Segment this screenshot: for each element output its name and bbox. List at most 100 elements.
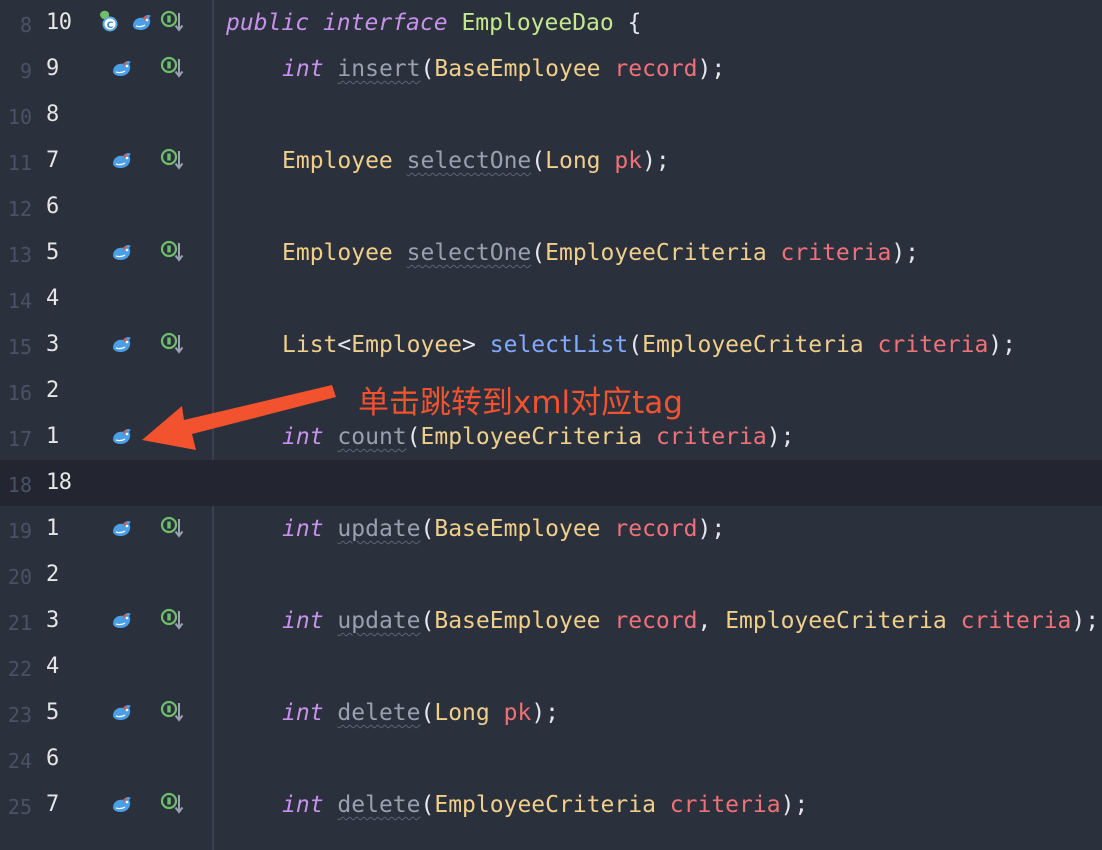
method-name[interactable]: insert [337,56,420,82]
editor-line[interactable]: 11 7 Employee selectOne(Long pk); [0,138,1102,184]
mybatis-bird-icon[interactable] [110,333,134,357]
return-type: int [282,424,324,450]
line-number: 11 [7,151,32,175]
implemented-icon[interactable] [160,791,186,817]
method-name[interactable]: delete [337,700,420,726]
editor-line[interactable]: 10 8 [0,92,1102,138]
paren-open: ( [420,516,435,542]
param-type: Long [545,148,601,174]
param-type: EmployeeCriteria [434,792,656,818]
editor-line[interactable]: 19 1 int update(BaseEmployee record); [0,506,1102,552]
paren-close: ); [642,148,670,174]
return-type: int [282,792,324,818]
param-type: BaseEmployee [434,516,601,542]
code-line[interactable]: Employee selectOne(Long pk); [282,138,670,184]
mybatis-bird-icon[interactable] [110,701,134,725]
editor-line[interactable]: 8 10 Cpublic interface EmployeeDao { [0,0,1102,46]
code-editor[interactable]: 8 10 Cpublic interface EmployeeDao {9 9 int … [0,0,1102,850]
implemented-icon[interactable] [160,147,186,173]
relative-line-number: 6 [46,194,59,219]
param-type: Long [434,700,490,726]
implemented-icon[interactable] [160,331,186,357]
return-type: int [282,700,324,726]
editor-line[interactable]: 14 4 [0,276,1102,322]
param-name: criteria [669,792,781,818]
relative-line-number: 2 [46,562,59,587]
line-number: 15 [7,335,32,359]
line-number: 16 [7,381,32,405]
comma: , [697,608,726,634]
editor-line[interactable]: 9 9 int insert(BaseEmployee record); [0,46,1102,92]
relative-line-number: 18 [46,470,72,495]
editor-line[interactable]: 13 5 Employee selectOne(EmployeeCriteria c… [0,230,1102,276]
param-name: record [614,516,698,542]
method-name[interactable]: update [337,516,420,542]
editor-line[interactable]: 18 18 [0,460,1102,506]
mybatis-bird-icon[interactable] [110,425,134,449]
code-line[interactable]: int delete(Long pk); [282,690,559,736]
mybatis-bird-icon[interactable] [110,609,134,633]
code-line[interactable]: public interface EmployeeDao { [226,0,641,46]
method-name[interactable]: selectOne [407,148,532,174]
param-name: pk [614,148,643,174]
return-type: Employee [282,148,393,174]
method-name[interactable]: selectList [490,332,628,358]
class-icon[interactable]: C [96,8,124,36]
mybatis-bird-icon[interactable] [110,149,134,173]
mybatis-bird-icon[interactable] [130,11,154,35]
editor-line[interactable]: 15 3 List<Employee> selectList(EmployeeCri… [0,322,1102,368]
method-name[interactable]: delete [337,792,420,818]
relative-line-number: 7 [46,148,59,173]
method-name[interactable]: update [337,608,420,634]
paren-open: ( [420,56,435,82]
implemented-icon[interactable] [160,239,186,265]
implemented-icon[interactable] [160,515,186,541]
code-line[interactable]: int delete(EmployeeCriteria criteria); [282,782,808,828]
implemented-icon[interactable] [160,699,186,725]
editor-line[interactable]: 25 7 int delete(EmployeeCriteria criteria)… [0,782,1102,828]
paren-open: ( [531,240,546,266]
editor-line[interactable]: 23 5 int delete(Long pk); [0,690,1102,736]
param-type: BaseEmployee [434,56,601,82]
keyword: interface [322,10,448,36]
mybatis-bird-icon[interactable] [110,57,134,81]
mybatis-bird-icon[interactable] [110,517,134,541]
implemented-icon[interactable] [160,55,186,81]
implemented-icon[interactable] [160,607,186,633]
paren-open: ( [420,792,435,818]
paren-open: ( [420,700,435,726]
generic-type: Employee [351,332,463,358]
implemented-icon[interactable] [160,423,186,449]
method-name[interactable]: selectOne [407,240,532,266]
annotation-text: 单击跳转到xml对应tag [358,385,683,421]
mybatis-bird-icon[interactable] [110,793,134,817]
editor-line[interactable]: 20 2 [0,552,1102,598]
return-type: List [282,332,338,358]
code-line[interactable]: Employee selectOne(EmployeeCriteria crit… [282,230,919,276]
editor-line[interactable]: 24 6 [0,736,1102,782]
paren-open: ( [628,332,643,358]
mybatis-bird-icon[interactable] [110,241,134,265]
editor-line[interactable]: 12 6 [0,184,1102,230]
paren-close: ); [1071,608,1100,634]
paren-close: ); [780,792,809,818]
line-number: 10 [7,105,32,129]
return-type: int [282,608,324,634]
implemented-icon[interactable] [160,9,186,35]
relative-line-number: 3 [46,608,59,633]
relative-line-number: 1 [46,516,59,541]
code-line[interactable]: int update(BaseEmployee record, Employee… [282,598,1099,644]
code-line[interactable]: List<Employee> selectList(EmployeeCriter… [282,322,1016,368]
paren-open: ( [420,608,435,634]
relative-line-number: 10 [46,10,72,35]
paren-close: ); [697,516,726,542]
code-line[interactable]: int insert(BaseEmployee record); [282,46,725,92]
line-number: 24 [7,749,32,773]
line-number: 21 [7,611,32,635]
relative-line-number: 6 [46,746,59,771]
interface-name: EmployeeDao [461,10,614,36]
editor-line[interactable]: 21 3 int update(BaseEmployee record, Emplo… [0,598,1102,644]
code-line[interactable]: int update(BaseEmployee record); [282,506,725,552]
editor-line[interactable]: 22 4 [0,644,1102,690]
line-number: 18 [7,473,32,497]
